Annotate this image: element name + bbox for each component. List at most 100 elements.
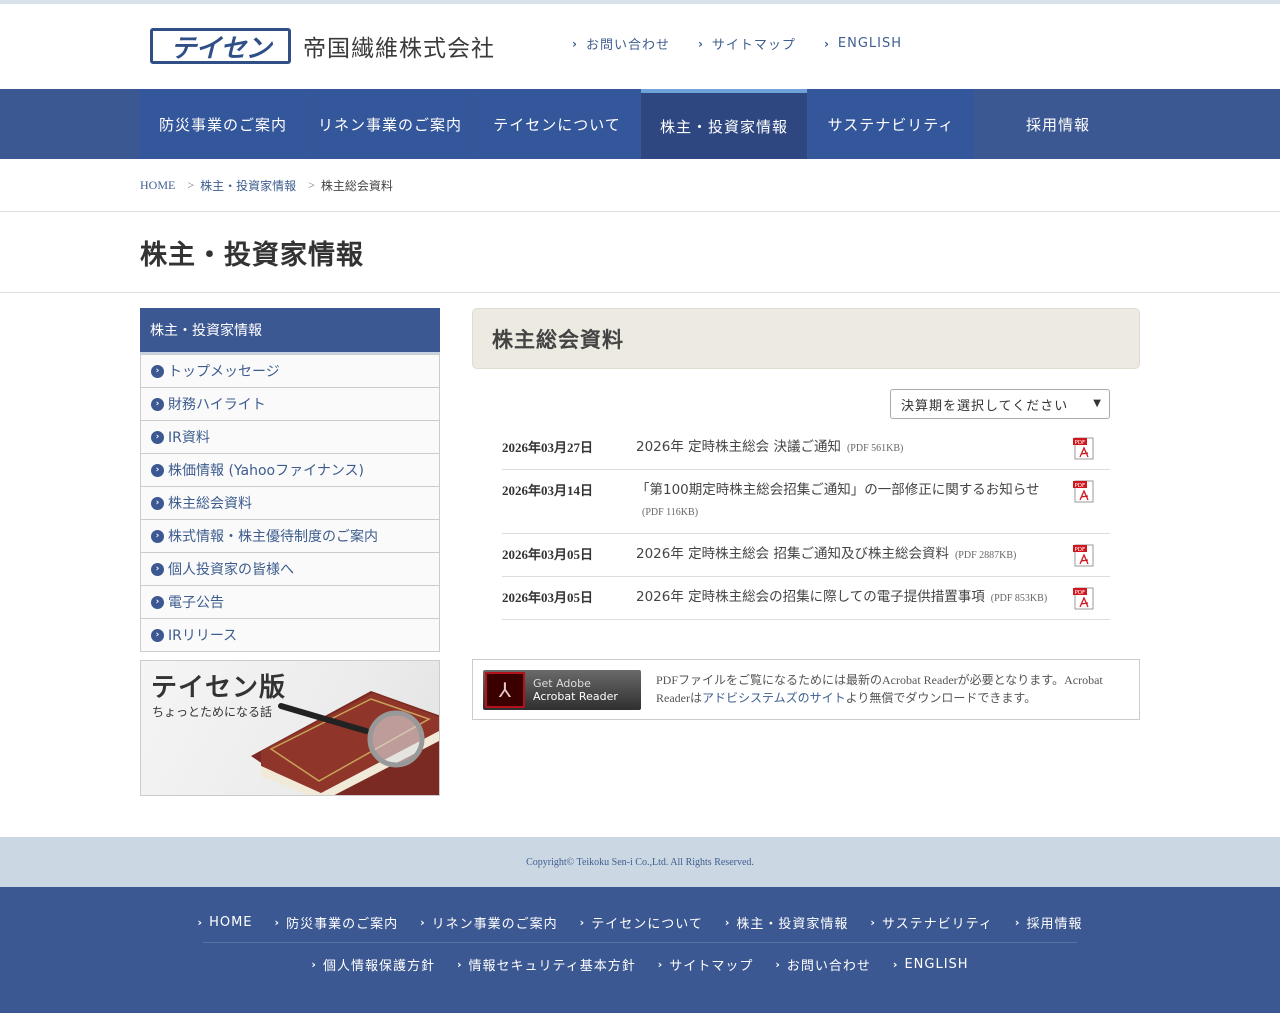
sidebar-item-stock-price[interactable]: › 株価情報 (Yahooファイナンス) — [141, 453, 439, 486]
document-date: 2026年03月05日 — [502, 547, 594, 562]
copyright-bar: Copyright© Teikoku Sen-i Co.,Ltd. All Ri… — [0, 837, 1280, 887]
footer-link-label: 個人情報保護方針 — [322, 959, 435, 974]
document-link[interactable]: 2026年 定時株主総会の招集に際しての電子提供措置事項 (PDF 853KB) — [636, 587, 1056, 609]
chevron-right-icon: › — [870, 916, 876, 929]
document-link[interactable]: 「第100期定時株主総会招集ご通知」の一部修正に関するお知らせ (PDF 116K… — [636, 480, 1056, 523]
utility-link-english[interactable]: › ENGLISH — [824, 34, 902, 53]
sidebar-item-individual-investors[interactable]: › 個人投資家の皆様へ — [141, 552, 439, 585]
footer-link-privacy[interactable]: › 個人情報保護方針 — [311, 955, 435, 974]
utility-link-contact[interactable]: › お問い合わせ — [572, 34, 670, 54]
footer-link-security-policy[interactable]: › 情報セキュリティ基本方針 — [457, 955, 636, 974]
breadcrumb-home[interactable]: HOME — [140, 178, 175, 193]
footer-link-sustainability[interactable]: › サステナビリティ — [870, 913, 993, 932]
adobe-site-link[interactable]: アドビシステムズのサイト — [702, 691, 846, 705]
utility-link-sitemap[interactable]: › サイトマップ — [697, 34, 796, 54]
acrobat-badge-text: Get Adobe Acrobat Reader — [533, 677, 618, 703]
main-content: 株主総会資料 決算期を選択してください ▼ 2026年03月27日 2026年 … — [472, 308, 1140, 720]
chevron-right-icon: › — [775, 958, 781, 971]
chevron-down-icon: ▼ — [1093, 398, 1102, 409]
nav-item-recruit[interactable]: 採用情報 — [975, 89, 1141, 159]
chevron-right-icon: › — [572, 36, 578, 51]
acrobat-reader-notice: ⅄ Get Adobe Acrobat Reader PDFファイルをご覧になる… — [472, 659, 1140, 720]
svg-text:PDF: PDF — [1075, 547, 1086, 553]
footer-divider — [203, 942, 1077, 943]
nav-item-disaster-prevention[interactable]: 防災事業のご案内 — [140, 89, 306, 159]
breadcrumb-separator: > — [187, 177, 195, 192]
footer-link-english[interactable]: › ENGLISH — [893, 955, 969, 974]
circle-arrow-icon: › — [151, 463, 164, 477]
sidebar-item-stock-info[interactable]: › 株式情報・株主優待制度のご案内 — [141, 519, 439, 552]
document-link[interactable]: 2026年 定時株主総会 決議ご通知 (PDF 561KB) — [636, 437, 1056, 459]
document-size: (PDF 116KB) — [642, 507, 699, 518]
document-size: (PDF 2887KB) — [954, 550, 1017, 561]
footer-link-sitemap[interactable]: › サイトマップ — [658, 955, 754, 974]
banner-title: テイセン版 — [151, 673, 287, 703]
footer-link-home[interactable]: › HOME — [198, 913, 253, 932]
sidebar-item-ir-release[interactable]: › IRリリース — [141, 618, 439, 651]
chevron-right-icon: › — [823, 36, 830, 51]
nav-item-sustainability[interactable]: サステナビリティ — [808, 89, 974, 159]
sidebar-item-label: 株主総会資料 — [168, 496, 252, 512]
document-row: 2026年03月05日 2026年 定時株主総会 招集ご通知及び株主総会資料 (P… — [502, 534, 1110, 577]
fiscal-period-select[interactable]: 決算期を選択してください ▼ — [890, 389, 1110, 419]
section-title: 株主総会資料 — [472, 308, 1140, 369]
site-logo[interactable]: テイセン 帝国繊維株式会社 — [150, 28, 495, 64]
chevron-right-icon: › — [892, 958, 899, 971]
document-title: 「第100期定時株主総会招集ご通知」の一部修正に関するお知らせ — [636, 482, 1040, 498]
document-link[interactable]: 2026年 定時株主総会 招集ご通知及び株主総会資料 (PDF 2887KB) — [636, 544, 1056, 566]
breadcrumb-separator: > — [308, 177, 315, 192]
sidebar-item-label: 株価情報 (Yahooファイナンス) — [168, 463, 365, 479]
teisen-story-banner[interactable]: テイセン版 ちょっとためになる話 — [140, 660, 440, 796]
sidebar-item-ir-materials[interactable]: › IR資料 — [141, 420, 439, 453]
footer-link-label: ENGLISH — [904, 957, 969, 972]
nav-item-about[interactable]: テイセンについて — [474, 89, 640, 159]
banner-subtitle: ちょっとためになる話 — [152, 705, 273, 719]
breadcrumb-parent[interactable]: 株主・投資家情報 — [200, 177, 296, 194]
acrobat-badge-line2: Acrobat Reader — [533, 690, 618, 703]
nav-item-investors[interactable]: 株主・投資家情報 — [641, 89, 807, 159]
footer-link-label: サイトマップ — [669, 959, 754, 974]
copyright-text: Copyright© Teikoku Sen-i Co.,Ltd. All Ri… — [526, 856, 754, 868]
footer-link-recruit[interactable]: › 採用情報 — [1015, 913, 1083, 932]
get-acrobat-reader-button[interactable]: ⅄ Get Adobe Acrobat Reader — [483, 670, 641, 710]
footer-link-disaster-prevention[interactable]: › 防災事業のご案内 — [275, 913, 399, 932]
sidebar: 株主・投資家情報 › トップメッセージ › 財務ハイライト › IR資料 › 株価情報 … — [140, 308, 440, 796]
pdf-icon[interactable]: PDF — [1073, 480, 1095, 503]
document-title: 2026年 定時株主総会 決議ご通知 — [636, 439, 841, 455]
document-size: (PDF 561KB) — [846, 443, 904, 454]
sidebar-heading[interactable]: 株主・投資家情報 — [140, 308, 440, 354]
footer-link-label: リネン事業のご案内 — [431, 917, 558, 932]
sidebar-item-label: 株式情報・株主優待制度のご案内 — [168, 529, 378, 545]
pdf-icon[interactable]: PDF — [1073, 544, 1095, 567]
footer-link-label: 情報セキュリティ基本方針 — [468, 959, 636, 974]
acrobat-desc-text: より無償でダウンロードできます。 — [845, 691, 1037, 705]
footer-link-label: サステナビリティ — [881, 917, 993, 932]
sidebar-item-label: トップメッセージ — [168, 364, 280, 380]
page-title: 株主・投資家情報 — [140, 239, 364, 271]
nav-item-linen[interactable]: リネン事業のご案内 — [307, 89, 473, 159]
footer-link-label: 防災事業のご案内 — [286, 917, 399, 932]
svg-text:PDF: PDF — [1075, 440, 1086, 446]
footer-nav-primary: › HOME › 防災事業のご案内 › リネン事業のご案内 › テイセンについて › 株主… — [0, 913, 1280, 932]
sidebar-item-public-notice[interactable]: › 電子公告 — [141, 585, 439, 618]
footer-link-investors[interactable]: › 株主・投資家情報 — [725, 913, 849, 932]
footer-link-contact[interactable]: › お問い合わせ — [775, 955, 871, 974]
utility-link-label: サイトマップ — [711, 38, 796, 53]
footer-link-label: お問い合わせ — [786, 959, 871, 974]
sidebar-item-top-message[interactable]: › トップメッセージ — [141, 354, 439, 387]
sidebar-item-shareholders-meeting[interactable]: › 株主総会資料 — [141, 486, 439, 519]
site-footer: › HOME › 防災事業のご案内 › リネン事業のご案内 › テイセンについて › 株主… — [0, 887, 1280, 1013]
footer-link-label: 株主・投資家情報 — [736, 917, 849, 932]
sidebar-item-financial-highlights[interactable]: › 財務ハイライト — [141, 387, 439, 420]
footer-link-about[interactable]: › テイセンについて — [580, 913, 703, 932]
footer-link-linen[interactable]: › リネン事業のご案内 — [420, 913, 558, 932]
pdf-icon[interactable]: PDF — [1073, 587, 1095, 610]
chevron-right-icon: › — [697, 36, 704, 51]
footer-link-label: テイセンについて — [591, 917, 703, 932]
circle-arrow-icon: › — [151, 595, 164, 609]
sidebar-item-label: IR資料 — [168, 430, 210, 446]
chevron-right-icon: › — [657, 958, 664, 971]
pdf-icon[interactable]: PDF — [1073, 437, 1095, 460]
chevron-right-icon: › — [1014, 916, 1021, 929]
document-row: 2026年03月14日 「第100期定時株主総会招集ご通知」の一部修正に関するお… — [502, 470, 1110, 534]
